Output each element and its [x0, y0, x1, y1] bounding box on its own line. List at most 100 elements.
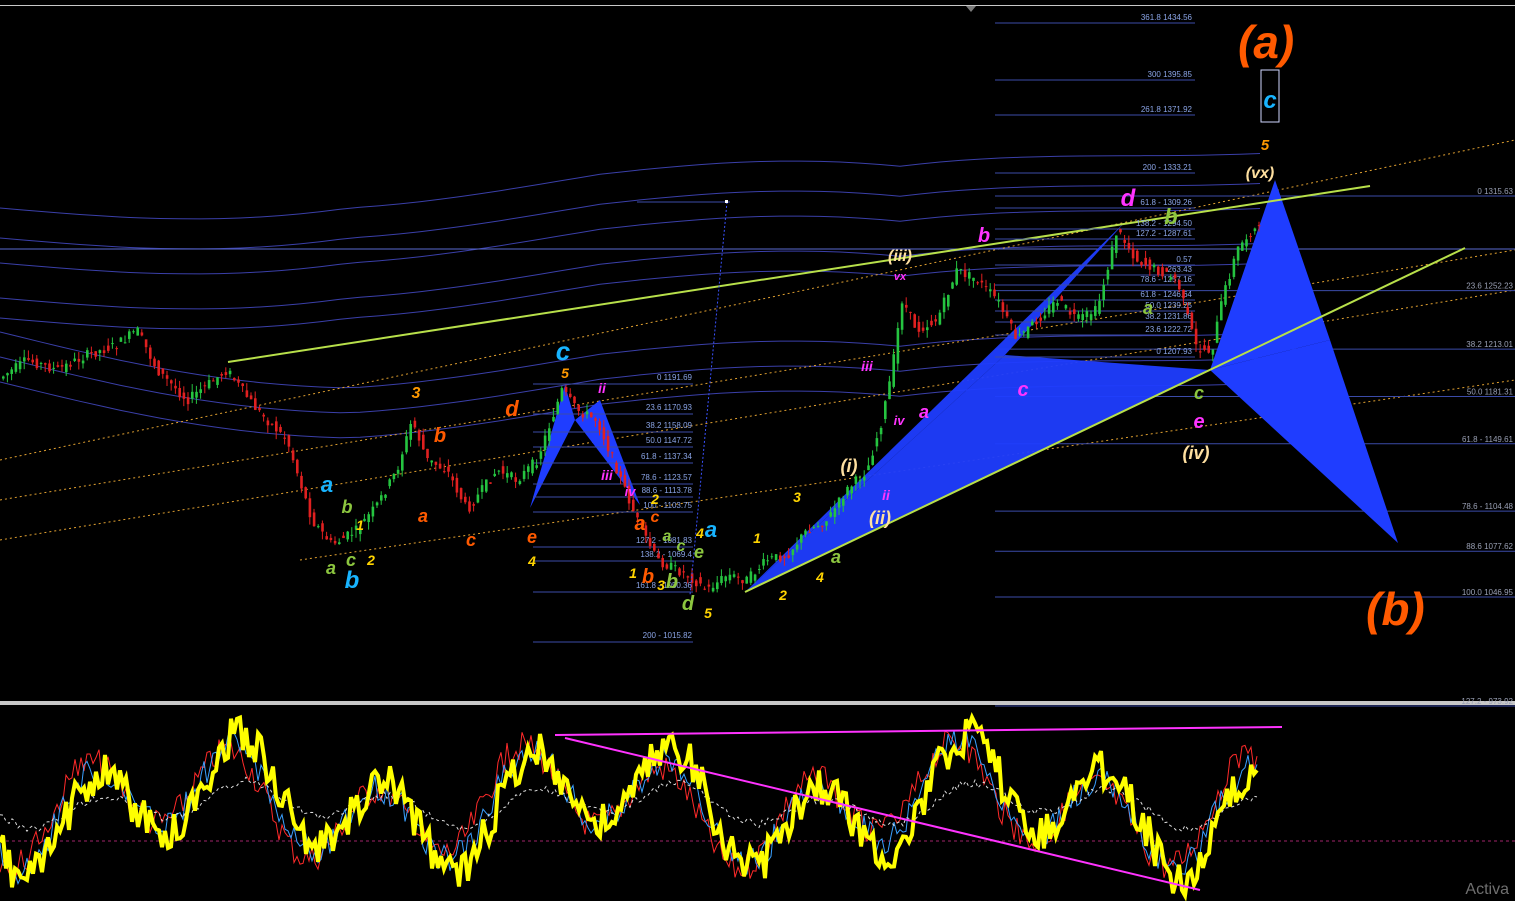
candle-body	[52, 367, 55, 369]
candle-body	[300, 475, 303, 489]
candle-body	[44, 363, 47, 365]
candle-body	[161, 368, 165, 374]
candle-body	[1102, 284, 1105, 300]
candle-body	[762, 559, 765, 566]
candle-body	[1241, 242, 1244, 251]
candle-body	[573, 396, 576, 404]
candle-body	[254, 398, 257, 410]
candle-body	[401, 454, 404, 471]
candle-body	[153, 358, 156, 367]
candle-body	[804, 530, 807, 535]
candle-body	[825, 521, 828, 526]
candle-body	[745, 576, 748, 584]
candle-body	[800, 534, 803, 543]
wave-label: ii	[882, 487, 891, 503]
candle-body	[791, 549, 795, 556]
candle-body	[241, 383, 244, 387]
candle-body	[732, 574, 736, 577]
candle-body	[191, 391, 194, 399]
candle-body	[94, 351, 97, 357]
candle-body	[501, 466, 505, 474]
candle-body	[527, 466, 530, 472]
candle-body	[77, 358, 81, 362]
candle-body	[472, 504, 475, 506]
candle-body	[678, 568, 681, 576]
candle-body	[611, 452, 614, 454]
candle-body	[480, 485, 484, 492]
candle-body	[766, 560, 769, 562]
wave-label: c	[466, 530, 476, 550]
candle-body	[123, 342, 127, 344]
candle-body	[2, 376, 5, 379]
oscillator-pane-bg	[0, 705, 1515, 901]
candle-body	[186, 397, 190, 405]
price-axis-label: 88.6 1077.62	[1466, 542, 1513, 551]
price-axis-label: 61.8 - 1149.61	[1462, 435, 1514, 444]
candle-body	[1186, 307, 1189, 314]
candle-body	[1005, 311, 1009, 317]
candle-body	[409, 423, 412, 440]
candle-body	[1110, 246, 1114, 270]
candle-body	[275, 421, 278, 432]
candle-body	[65, 363, 68, 373]
candle-body	[1136, 250, 1139, 262]
fib-mid-label: 0 1191.69	[657, 373, 693, 382]
candle-body	[657, 553, 660, 559]
wave-label: (ii)	[869, 508, 891, 528]
wave-label: c	[1263, 87, 1276, 114]
wave-label: 3	[793, 489, 801, 505]
candle-body	[531, 459, 534, 474]
wave-label: b	[345, 567, 360, 594]
candle-body	[287, 435, 291, 447]
candle-body	[443, 471, 446, 473]
trading-chart[interactable]: 361.8 1434.56 300 1395.85 261.8 1371.92 200…	[0, 0, 1515, 901]
candle-body	[812, 527, 816, 529]
price-axis-label: 0 1315.63	[1477, 187, 1513, 196]
candle-body	[111, 343, 114, 345]
candle-body	[552, 416, 555, 422]
candle-body	[900, 303, 904, 330]
candle-body	[1127, 242, 1131, 249]
candle-body	[1253, 228, 1257, 232]
candle-body	[1089, 314, 1093, 320]
candle-body	[157, 360, 160, 376]
wave-label: 2	[778, 587, 787, 603]
candle-body	[590, 412, 593, 417]
projection-handle[interactable]	[725, 200, 728, 203]
fib-mid-label: 200 - 1015.82	[643, 631, 693, 640]
candle-body	[816, 526, 820, 528]
wave-label: 5	[1261, 137, 1270, 154]
candle-body	[212, 380, 215, 382]
candle-body	[438, 463, 442, 469]
wave-label: 5	[561, 365, 569, 381]
candle-body	[888, 381, 891, 400]
candle-body	[405, 436, 408, 453]
candle-body	[270, 423, 274, 425]
candle-body	[1190, 312, 1194, 329]
candle-body	[23, 357, 26, 362]
candle-body	[976, 282, 979, 284]
wave-label: b	[342, 497, 353, 517]
candle-body	[464, 496, 467, 503]
wave-label: d	[1121, 185, 1137, 212]
candle-body	[321, 523, 324, 532]
candle-body	[963, 269, 967, 278]
candle-body	[1236, 246, 1240, 261]
candle-body	[1249, 236, 1252, 238]
candle-body	[304, 487, 307, 499]
candle-body	[216, 377, 219, 385]
candle-body	[165, 375, 169, 379]
wave-label: a	[1143, 298, 1153, 318]
candle-body	[1056, 303, 1059, 306]
candle-body	[749, 571, 753, 583]
pane-separator[interactable]	[0, 701, 1515, 705]
candle-body	[837, 497, 841, 508]
candle-body	[783, 556, 786, 558]
fib-mid-label: 78.6 - 1123.57	[641, 473, 693, 482]
candle-body	[930, 320, 933, 326]
candle-body	[737, 576, 740, 578]
fib-top-label: 78.6 - 1257.16	[1140, 275, 1192, 284]
candle-body	[1194, 328, 1198, 345]
candle-body	[653, 543, 656, 551]
wave-label: a	[831, 547, 841, 567]
